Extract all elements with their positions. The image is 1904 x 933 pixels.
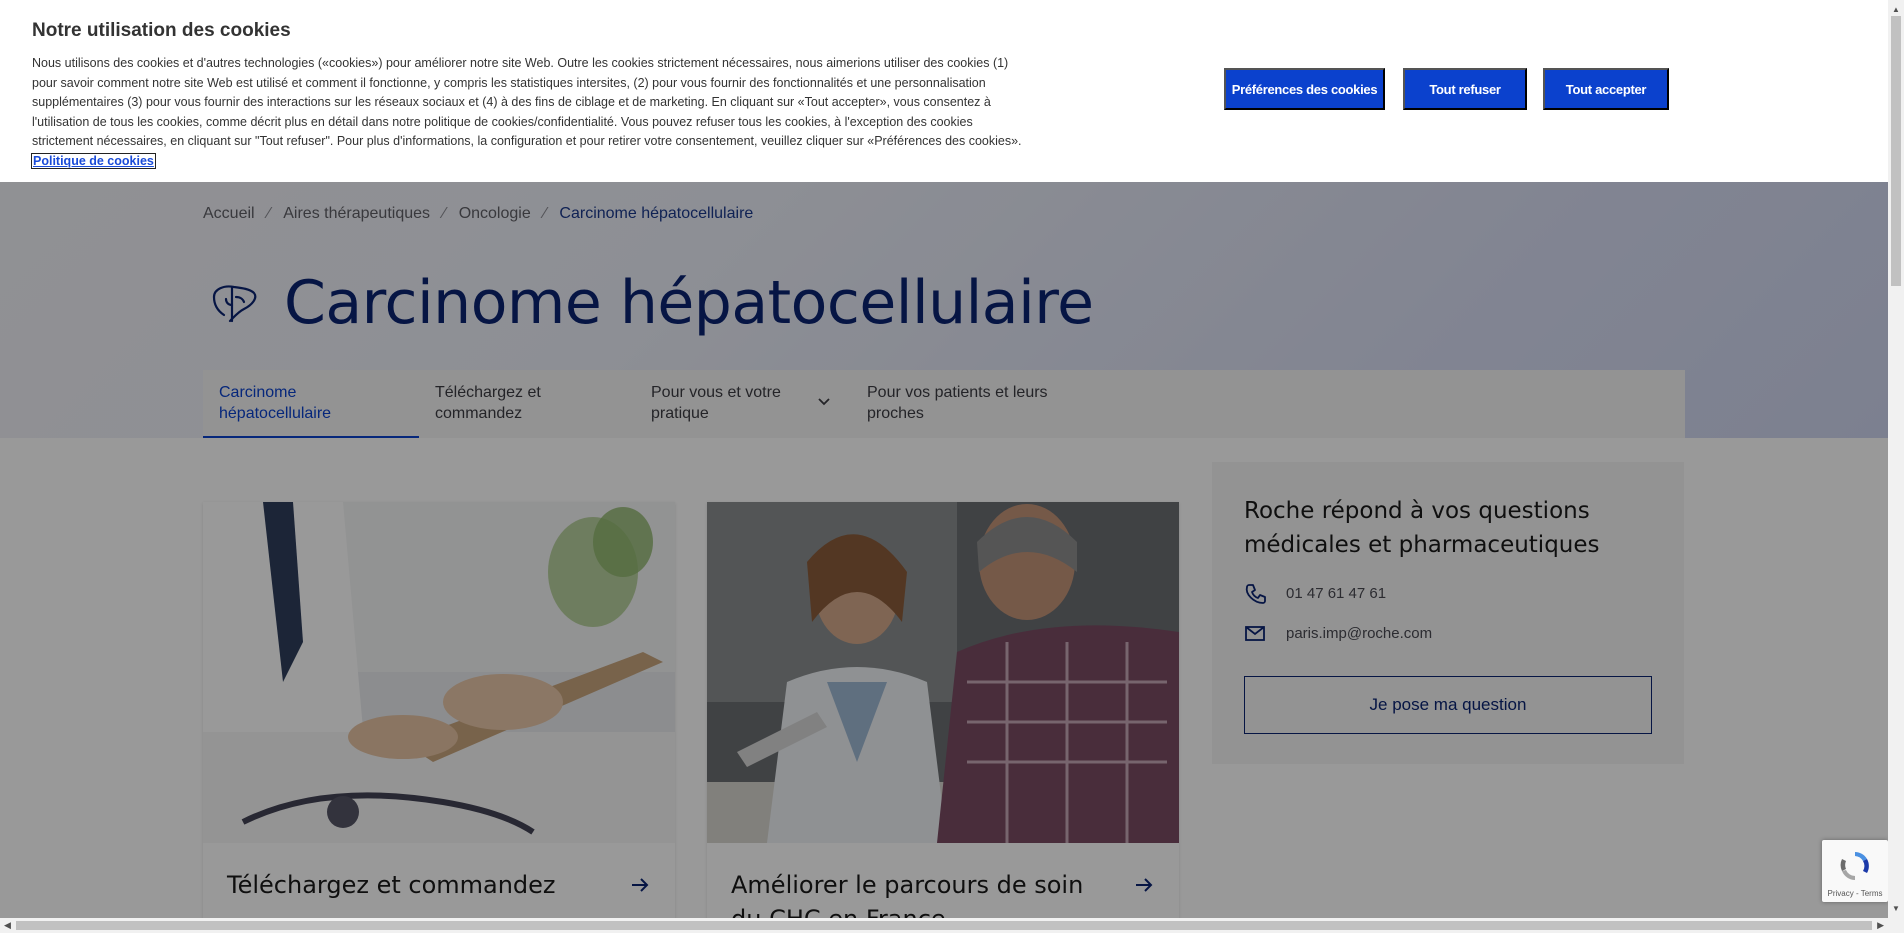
- cookie-policy-link[interactable]: Politique de cookies: [31, 152, 156, 169]
- cookie-banner: Notre utilisation des cookies Nous utili…: [0, 0, 1888, 182]
- scroll-down-icon[interactable]: ▼: [1892, 904, 1900, 913]
- cookie-text: Nous utilisons des cookies et d'autres t…: [31, 54, 1032, 172]
- recaptcha-badge[interactable]: Privacy - Terms: [1822, 840, 1888, 902]
- horizontal-scroll-thumb[interactable]: [16, 921, 1872, 930]
- refuse-all-button[interactable]: Tout refuser: [1403, 68, 1527, 110]
- vertical-scroll-thumb[interactable]: [1891, 16, 1901, 286]
- accept-all-button[interactable]: Tout accepter: [1543, 68, 1669, 110]
- horizontal-scrollbar[interactable]: ◀ ▶: [0, 918, 1904, 933]
- scroll-right-icon[interactable]: ▶: [1877, 920, 1884, 931]
- vertical-scrollbar[interactable]: ▲ ▼: [1888, 0, 1904, 918]
- cookie-title: Notre utilisation des cookies: [32, 20, 291, 41]
- scroll-left-icon[interactable]: ◀: [4, 920, 11, 931]
- scroll-up-icon[interactable]: ▲: [1892, 5, 1900, 14]
- recaptcha-label[interactable]: Privacy - Terms: [1822, 889, 1888, 898]
- cookie-description: Nous utilisons des cookies et d'autres t…: [32, 56, 1022, 149]
- cookie-preferences-button[interactable]: Préférences des cookies: [1224, 68, 1385, 110]
- recaptcha-icon: [1840, 852, 1869, 880]
